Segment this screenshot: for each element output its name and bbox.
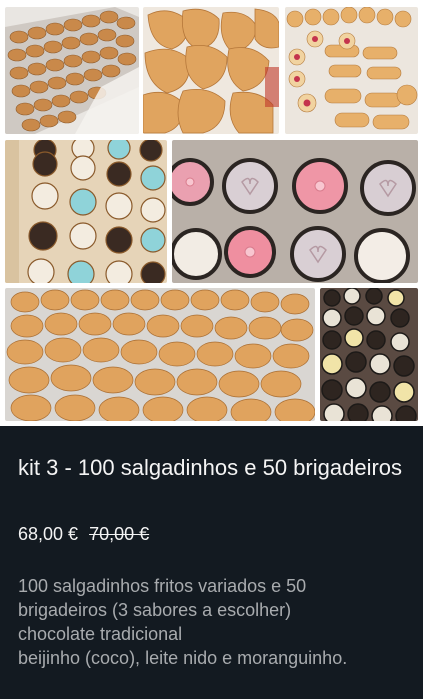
description-line: 100 salgadinhos fritos variados e 50 [18,576,307,596]
description-line: brigadeiros (3 sabores a escolher) [18,600,292,620]
listing-title: kit 3 - 100 salgadinhos e 50 brigadeiros [18,455,403,480]
original-price-strikethrough: 70,00 € [89,524,150,544]
photo-golden-risoles[interactable] [143,7,279,134]
description-line: chocolate tradicional [18,624,183,644]
photo-mini-sweets[interactable] [320,288,418,421]
photo-fried-croquettes-tray[interactable] [5,7,139,134]
photo-assorted-snacks[interactable] [285,7,418,134]
price-row: 68,00 € 70,00 € [18,523,149,545]
listing-description: 100 salgadinhos fritos variados e 50 bri… [18,574,413,670]
photo-brigadeiros-box[interactable] [5,140,167,283]
photo-coxinhas-tray[interactable] [5,288,315,421]
listing-details-panel: kit 3 - 100 salgadinhos e 50 brigadeiros… [0,426,423,699]
photo-collage[interactable] [0,0,423,426]
current-price: 68,00 € [18,524,79,544]
description-line: beijinho (coco), leite nido e moranguinh… [18,648,348,668]
photo-decorated-bonbons[interactable] [172,140,418,283]
